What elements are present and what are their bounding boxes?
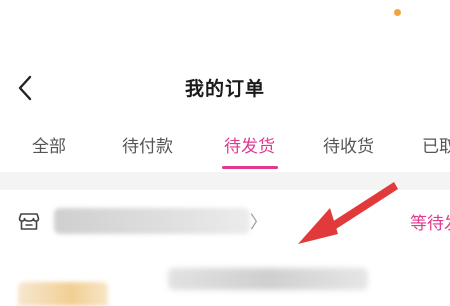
tab-pending-receipt[interactable]: 待收货 — [323, 132, 374, 157]
product-row[interactable] — [0, 258, 450, 306]
shop-name-redacted — [54, 208, 250, 234]
tab-all[interactable]: 全部 — [32, 132, 66, 157]
product-thumbnail[interactable] — [18, 282, 108, 306]
section-divider — [0, 172, 450, 190]
navigation-bar: 我的订单 — [0, 60, 450, 116]
order-card[interactable]: 〉 等待发 — [0, 190, 450, 306]
tab-cancelled[interactable]: 已取 — [422, 132, 450, 157]
order-status-label: 等待发 — [410, 214, 450, 234]
tab-pending-payment[interactable]: 待付款 — [122, 132, 173, 157]
active-tab-indicator — [222, 166, 278, 169]
chevron-right-icon[interactable]: 〉 — [250, 208, 267, 233]
page-title: 我的订单 — [184, 78, 265, 100]
tab-pending-shipment[interactable]: 待发货 — [224, 132, 275, 157]
order-tabs: 全部 待付款 待发货 待收货 已取 — [0, 124, 450, 172]
store-icon — [18, 213, 40, 230]
product-title-redacted — [168, 268, 368, 290]
status-indicator-dot — [394, 9, 401, 16]
shop-row[interactable]: 〉 等待发 — [0, 200, 450, 242]
